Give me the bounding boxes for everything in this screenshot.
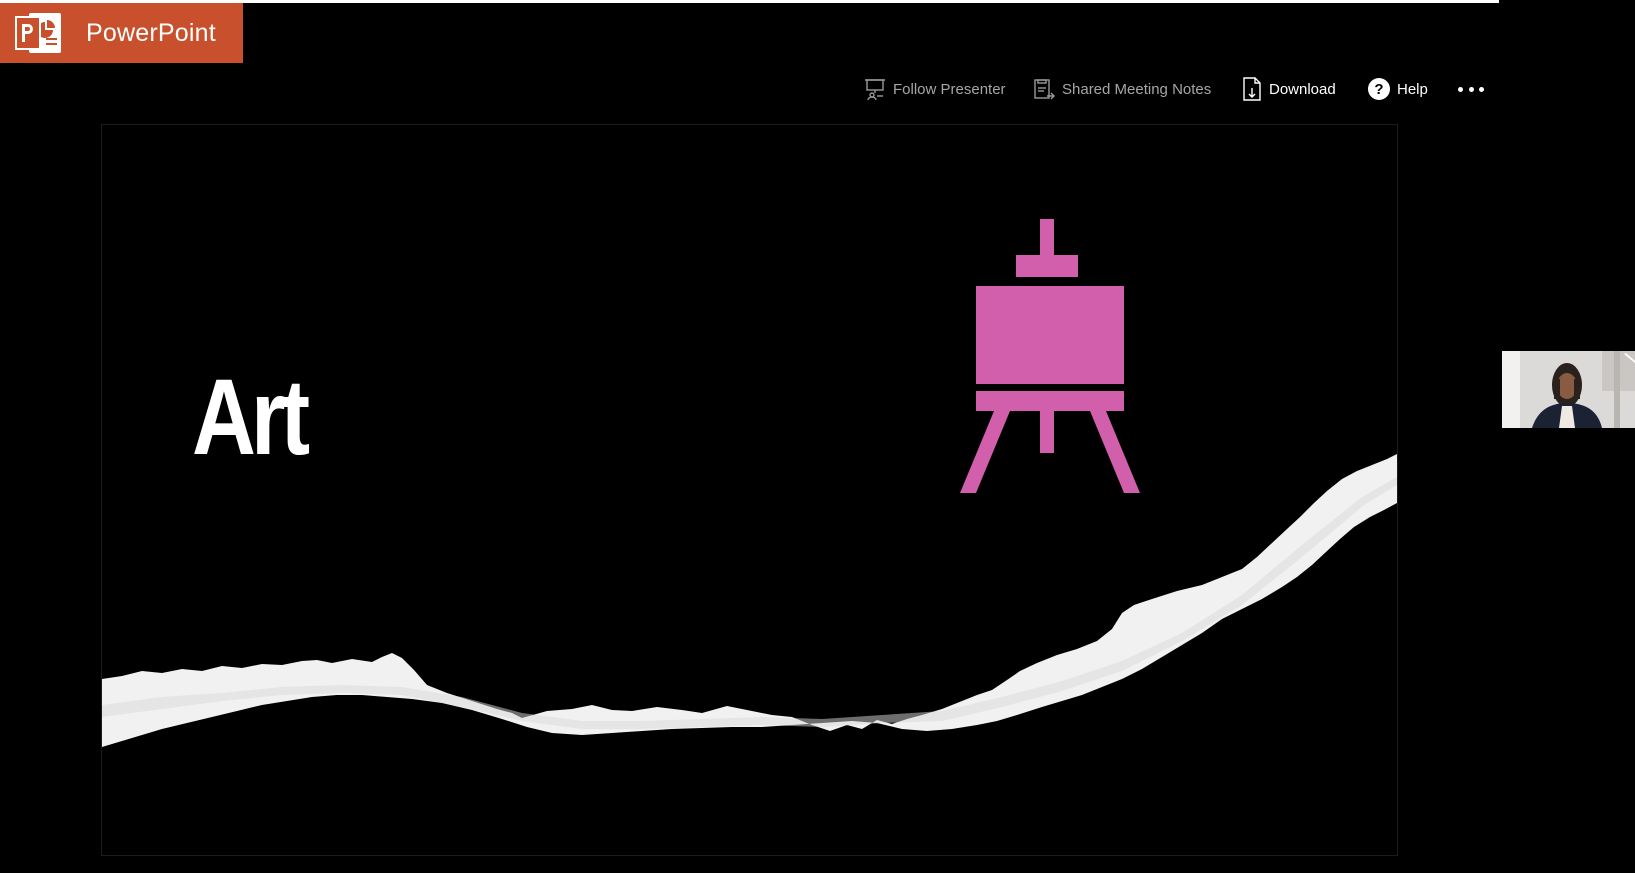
participant-video[interactable] — [1502, 351, 1635, 428]
dot — [1458, 86, 1463, 92]
download-label: Download — [1269, 80, 1336, 98]
toolbar: Follow Presenter Shared Meeting Notes Do… — [0, 72, 1635, 106]
help-label: Help — [1397, 80, 1428, 98]
torn-paper-strip — [102, 454, 1397, 747]
slide-title: Art — [192, 356, 310, 477]
follow-presenter-label: Follow Presenter — [893, 80, 1006, 98]
download-icon — [1241, 76, 1263, 102]
powerpoint-logo-icon — [15, 13, 61, 53]
dot — [1468, 86, 1474, 92]
shared-meeting-notes-button[interactable]: Shared Meeting Notes — [1032, 72, 1211, 106]
easel-icon — [960, 219, 1140, 493]
slide-canvas: Art — [101, 124, 1398, 856]
app-badge: PowerPoint — [0, 3, 243, 63]
notes-icon — [1032, 77, 1056, 101]
shared-meeting-notes-label: Shared Meeting Notes — [1062, 80, 1212, 98]
presenter-icon — [863, 77, 887, 101]
svg-text:?: ? — [1374, 81, 1383, 98]
participant-video-feed — [1502, 351, 1635, 428]
help-button[interactable]: ? Help — [1367, 72, 1428, 106]
download-button[interactable]: Download — [1241, 72, 1336, 106]
more-options-icon[interactable] — [1458, 72, 1484, 106]
follow-presenter-button[interactable]: Follow Presenter — [863, 72, 1006, 106]
app-name: PowerPoint — [86, 18, 216, 47]
dot — [1479, 86, 1484, 92]
help-icon: ? — [1367, 77, 1391, 101]
